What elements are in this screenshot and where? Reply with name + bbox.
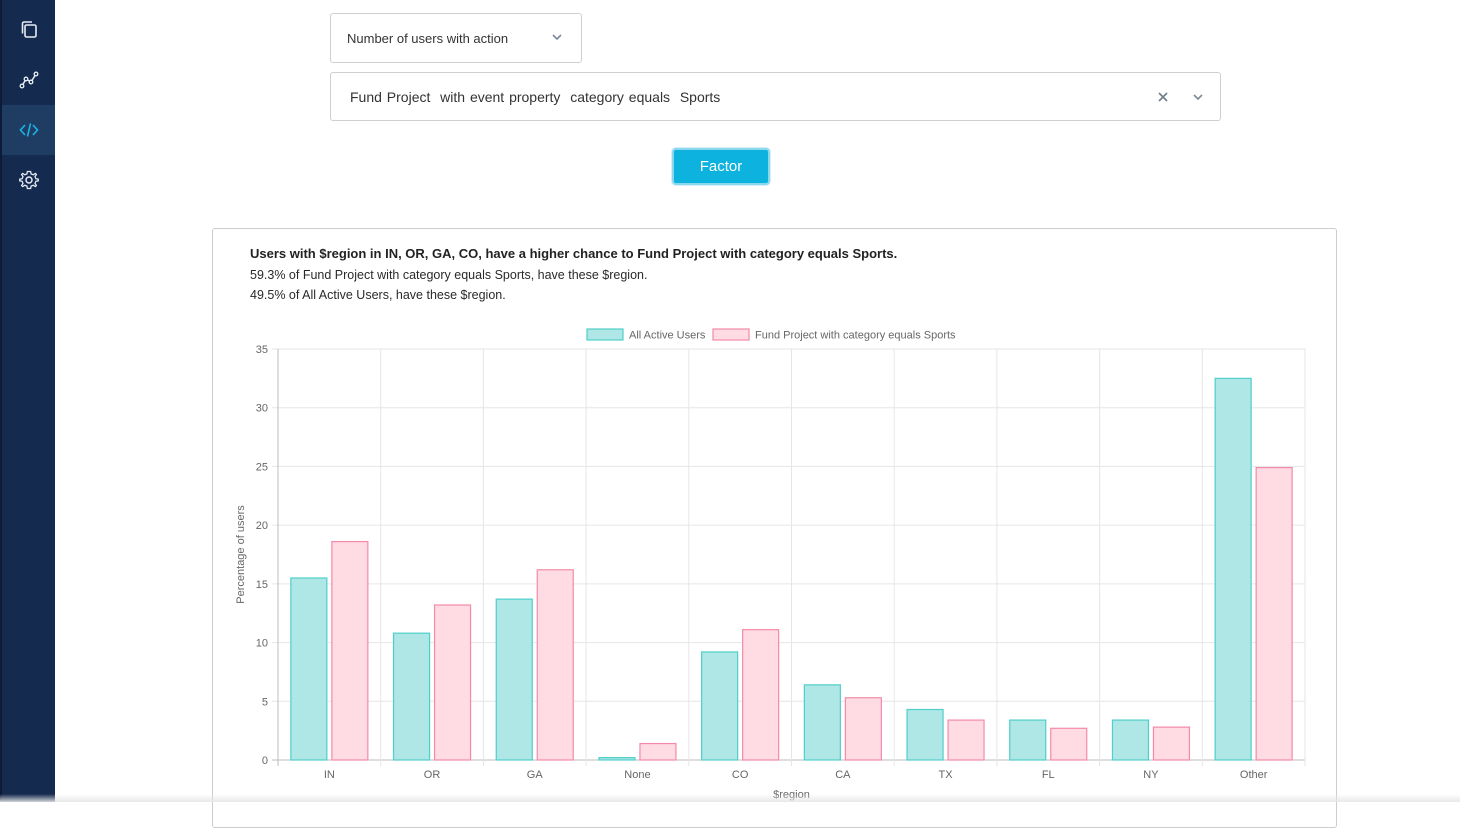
x-tick-label: NY	[1143, 769, 1159, 781]
bar-all-active-users-co	[701, 651, 739, 761]
region-bar-chart: 05101520253035INORGANoneCOCATXFLNYOther$…	[235, 328, 1306, 801]
y-tick-label: 35	[256, 344, 268, 356]
metric-select-value: Number of users with action	[347, 30, 509, 46]
copy-icon	[21, 21, 37, 38]
x-tick-label: IN	[324, 769, 335, 781]
x-tick-label: None	[624, 769, 650, 781]
legend-item-fund-project-label: Fund Project with category equals Sports	[755, 330, 956, 342]
y-tick-label: 20	[256, 520, 268, 532]
chevron-down-icon	[552, 34, 562, 41]
sidebar-item-code[interactable]	[2, 105, 55, 155]
y-tick-label: 15	[256, 579, 268, 591]
gear-icon	[18, 170, 39, 190]
bar-fund-project-ga	[536, 569, 574, 761]
x-tick-label: CO	[732, 769, 749, 781]
bar-fund-project-co	[742, 629, 780, 761]
y-axis-title: Percentage of users	[235, 505, 247, 604]
code-icon	[18, 123, 39, 137]
metric-select[interactable]: Number of users with action	[330, 13, 582, 63]
bar-all-active-users-none	[598, 757, 636, 761]
legend-item-fund-project-swatch	[712, 328, 750, 341]
bar-all-active-users-ga	[495, 598, 533, 761]
event-filter-select[interactable]: Fund Project with event property categor…	[330, 72, 1221, 121]
x-tick-label: OR	[424, 769, 441, 781]
bar-fund-project-none	[639, 742, 677, 761]
bar-fund-project-other	[1255, 467, 1293, 761]
sidebar-item-insights[interactable]	[2, 55, 55, 105]
bar-fund-project-in	[331, 540, 369, 761]
bar-fund-project-or	[433, 604, 472, 761]
bar-all-active-users-ca	[803, 684, 841, 761]
bar-all-active-users-ny	[1111, 719, 1150, 761]
bar-fund-project-tx	[947, 719, 985, 761]
x-tick-label: TX	[939, 769, 954, 781]
x-tick-label: FL	[1042, 769, 1055, 781]
y-tick-label: 30	[256, 403, 268, 415]
chevron-down-icon	[1193, 94, 1203, 101]
bar-fund-project-fl	[1050, 727, 1088, 761]
y-tick-label: 10	[256, 638, 268, 650]
bar-all-active-users-tx	[906, 708, 944, 761]
x-tick-label: GA	[527, 769, 544, 781]
sidebar-item-copy[interactable]	[2, 5, 55, 55]
legend-item-all-active-users-swatch	[586, 328, 624, 341]
chart-line-icon	[19, 71, 38, 89]
bottom-shadow	[0, 794, 1460, 802]
x-tick-label: Other	[1240, 769, 1268, 781]
x-tick-label: CA	[835, 769, 851, 781]
bar-all-active-users-in	[290, 577, 328, 761]
bar-fund-project-ca	[844, 697, 882, 761]
sidebar-item-settings[interactable]	[2, 155, 55, 205]
y-tick-label: 0	[262, 755, 268, 767]
sidebar	[0, 0, 55, 802]
event-filter-value: Fund Project with event property categor…	[350, 88, 721, 105]
bar-all-active-users-other	[1214, 377, 1252, 761]
legend-item-all-active-users-label: All Active Users	[629, 330, 706, 342]
clear-icon[interactable]	[1156, 90, 1170, 104]
bar-all-active-users-or	[392, 632, 431, 761]
factor-button[interactable]: Factor	[672, 148, 770, 185]
y-tick-label: 25	[256, 461, 268, 473]
bar-all-active-users-fl	[1009, 719, 1047, 761]
result-panel: Users with $region in IN, OR, GA, CO, ha…	[212, 228, 1337, 828]
bar-fund-project-ny	[1152, 726, 1191, 761]
y-tick-label: 5	[262, 696, 268, 708]
